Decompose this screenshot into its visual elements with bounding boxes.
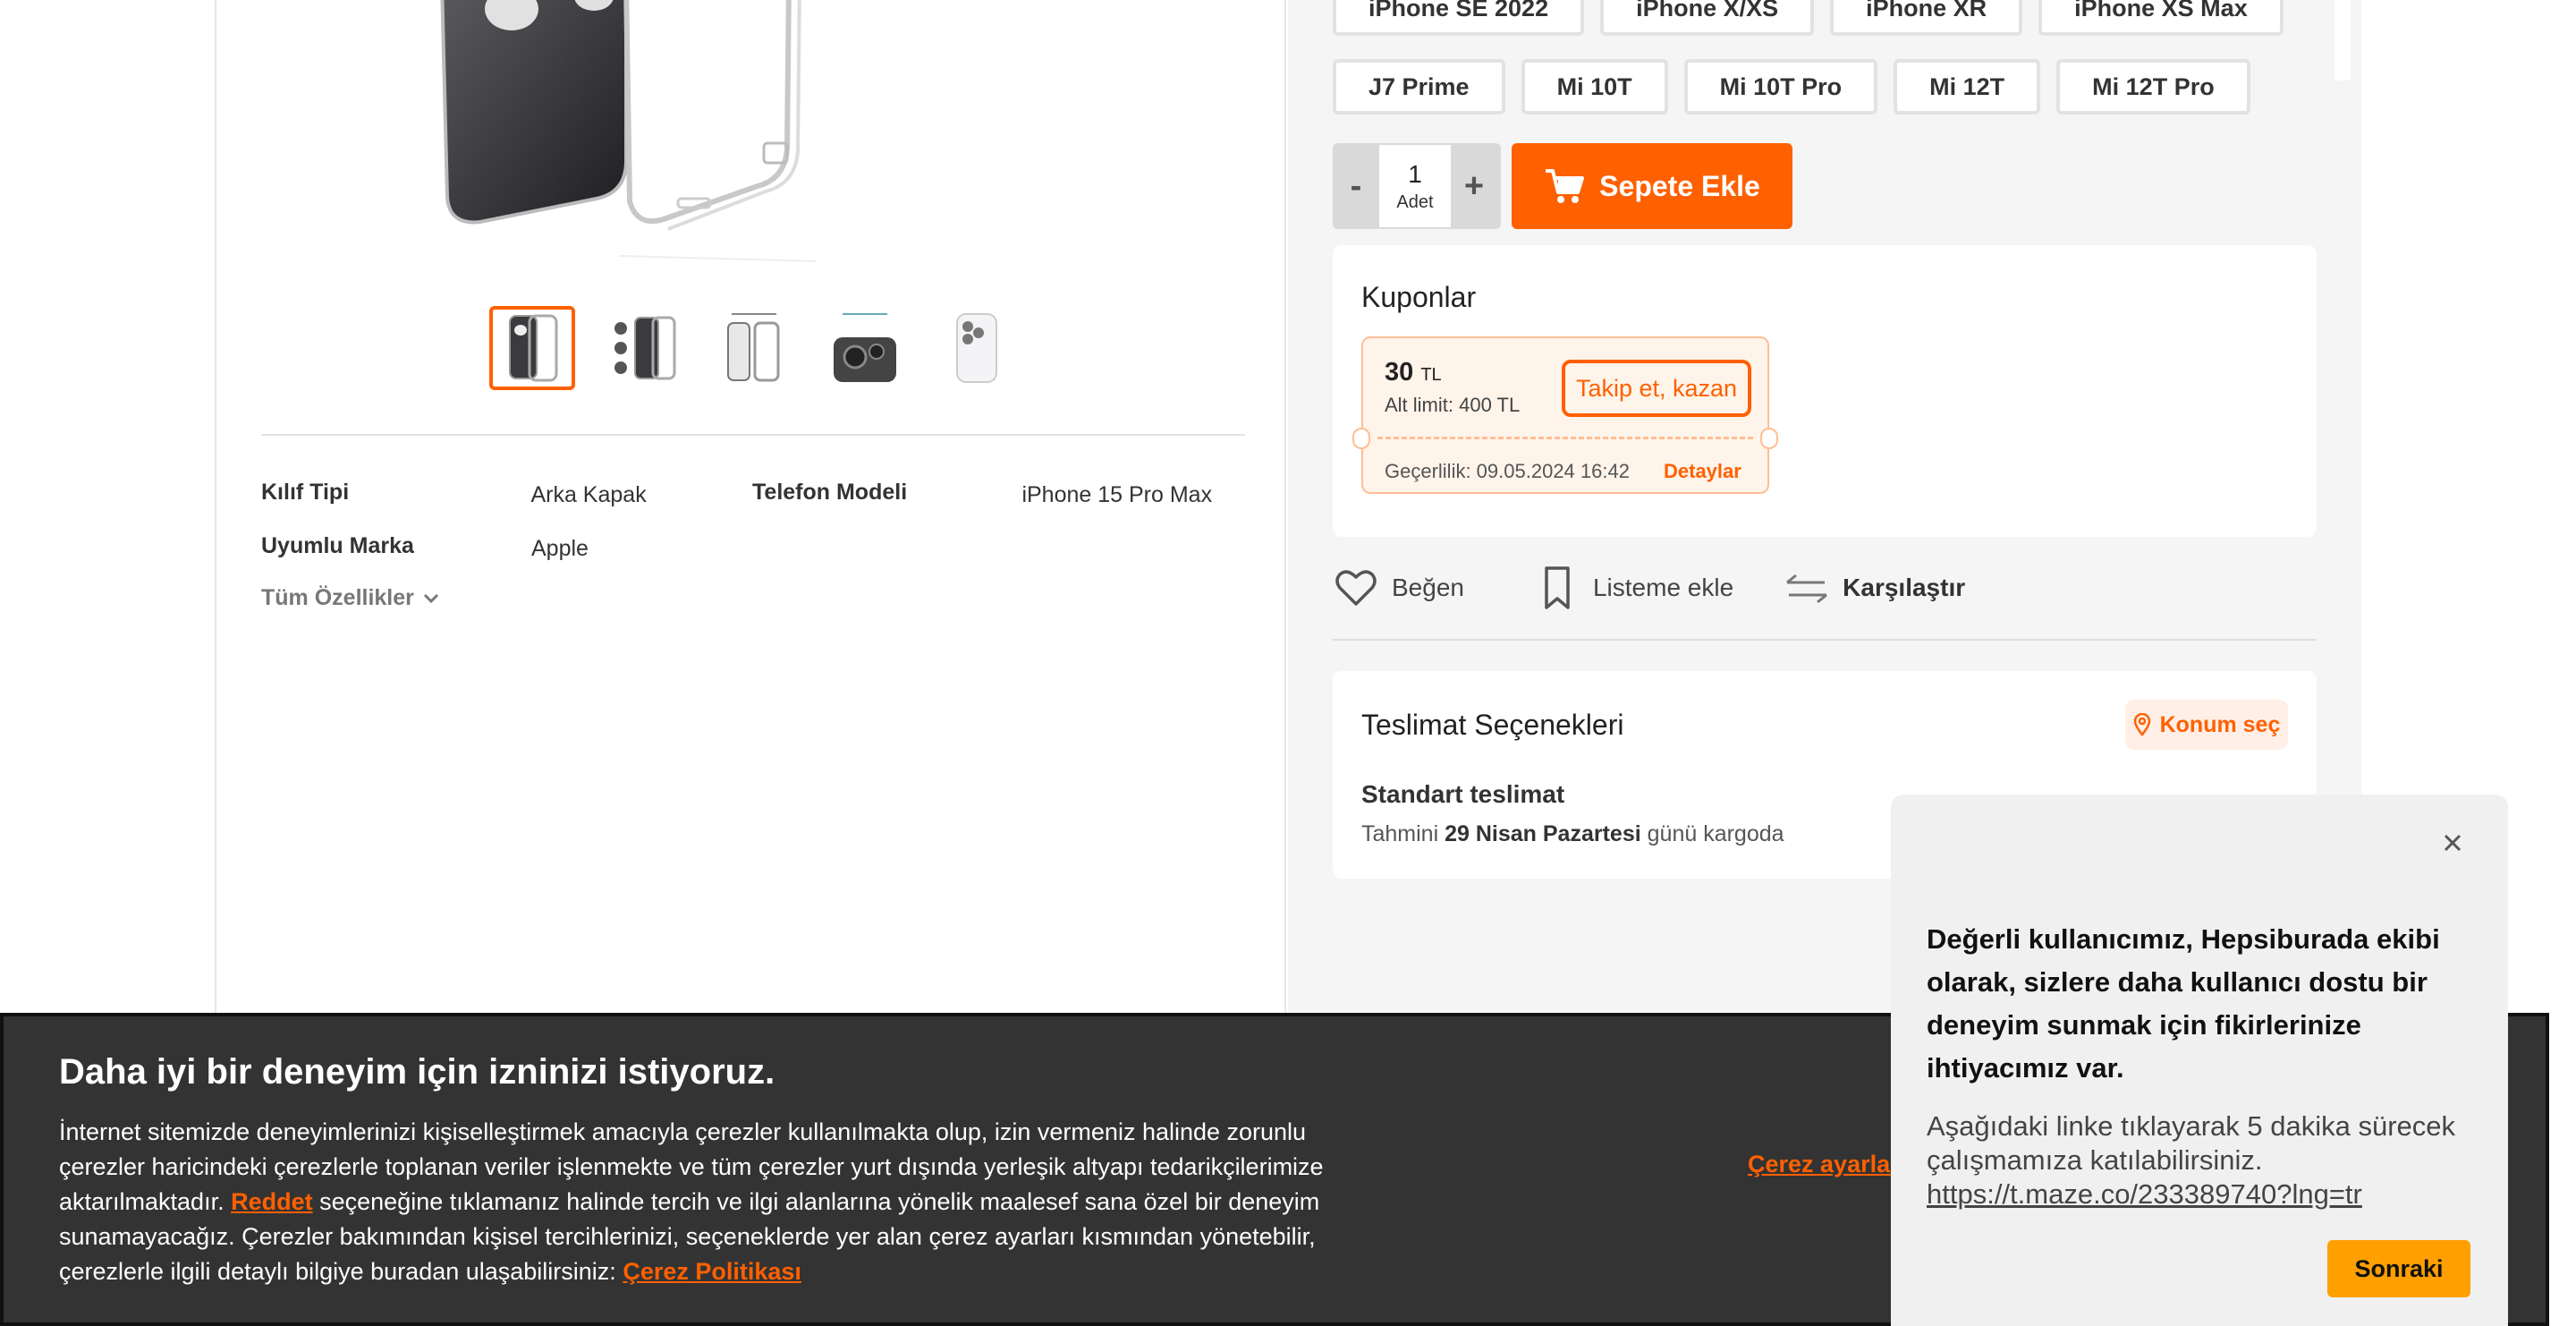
- delivery-estimate-suffix: günü kargoda: [1647, 821, 1784, 846]
- cookie-banner-title: Daha iyi bir deneyim için izninizi istiy…: [59, 1052, 775, 1092]
- phone-case-thumbnail-icon: [614, 316, 676, 380]
- coupon-validity: Geçerlilik: 09.05.2024 16:42: [1385, 460, 1630, 482]
- location-pin-icon: [2133, 713, 2150, 736]
- product-specs: Kılıf Tipi Arka Kapak Telefon Modeli iPh…: [261, 480, 1245, 611]
- variant-option[interactable]: Mi 10T Pro: [1683, 59, 1878, 115]
- compare-label: Karşılaştır: [1843, 574, 1966, 601]
- compare-button[interactable]: Karşılaştır: [1784, 565, 1965, 611]
- phone-case-thumbnail-icon: [956, 313, 997, 383]
- spec-row: Kılıf Tipi Arka Kapak Telefon Modeli iPh…: [261, 480, 1245, 510]
- cookie-settings-link[interactable]: Çerez ayarları: [1748, 1151, 1906, 1178]
- add-to-cart-button[interactable]: Sepete Ekle: [1512, 143, 1792, 229]
- like-label: Beğen: [1392, 574, 1464, 601]
- survey-heading: Değerli kullanıcımız, Hepsiburada ekibi …: [1927, 923, 2440, 1084]
- coupons-panel: Kuponlar 30 TL Alt limit: 400 TL Takip e…: [1333, 245, 2317, 537]
- thumbnail-3[interactable]: [711, 306, 797, 390]
- spec-label-case-type: Kılıf Tipi: [261, 480, 350, 505]
- variant-row: iPhone SE 2022 iPhone X/XS iPhone XR iPh…: [1333, 0, 2317, 36]
- thumbnail-1[interactable]: [489, 306, 575, 390]
- cookie-reject-link[interactable]: Reddet: [231, 1188, 313, 1215]
- variant-option[interactable]: iPhone XS Max: [2038, 0, 2284, 36]
- phone-case-image: [440, 0, 817, 262]
- all-features-label: Tüm Özellikler: [261, 585, 414, 610]
- variant-option[interactable]: iPhone SE 2022: [1333, 0, 1585, 36]
- product-actions: Beğen Listeme ekle Karşılaştır: [1333, 565, 2317, 610]
- thumbnail-strip: [489, 306, 1019, 390]
- phone-case-thumbnail-icon: [727, 313, 780, 382]
- delivery-estimate-prefix: Tahmini: [1361, 821, 1439, 846]
- add-to-list-label: Listeme ekle: [1592, 574, 1734, 601]
- spec-label-phone-model: Telefon Modeli: [752, 480, 908, 505]
- variant-selector: iPhone SE 2022 iPhone X/XS iPhone XR iPh…: [1333, 0, 2351, 138]
- survey-popup: Değerli kullanıcımız, Hepsiburada ekibi …: [1891, 795, 2508, 1326]
- quantity-input[interactable]: 1 Adet: [1379, 145, 1451, 227]
- survey-next-button[interactable]: Sonraki: [2327, 1240, 2470, 1297]
- select-location-button[interactable]: Konum seç: [2125, 700, 2288, 750]
- coupon-amount: 30 TL: [1385, 358, 1442, 387]
- variant-row: J7 Prime Mi 10T Mi 10T Pro Mi 12T Mi 12T…: [1333, 59, 2317, 115]
- cookie-banner-text: İnternet sitemizde deneyimlerinizi kişis…: [59, 1115, 1356, 1289]
- select-location-label: Konum seç: [2159, 711, 2281, 737]
- cookie-policy-link[interactable]: Çerez Politikası: [623, 1258, 801, 1285]
- variant-scrollbar[interactable]: [2334, 0, 2351, 81]
- chevron-down-icon: [423, 593, 438, 603]
- delivery-estimate: Tahmini 29 Nisan Pazartesi günü kargoda: [1361, 821, 1784, 847]
- variant-option[interactable]: iPhone X/XS: [1600, 0, 1815, 36]
- thumbnail-2[interactable]: [600, 306, 686, 390]
- coupon-notch-left: [1352, 428, 1370, 449]
- quantity-stepper: - 1 Adet +: [1333, 143, 1501, 229]
- thumbnail-4[interactable]: [822, 306, 908, 390]
- coupon-notch-right: [1760, 428, 1778, 449]
- actions-divider: [1333, 639, 2317, 641]
- bookmark-icon: [1545, 566, 1570, 609]
- coupons-title: Kuponlar: [1361, 281, 1477, 313]
- coupon-dash-line: [1377, 437, 1753, 439]
- spec-row: Uyumlu Marka Apple: [261, 533, 1245, 564]
- spec-value-phone-model: iPhone 15 Pro Max: [1021, 482, 1213, 507]
- spec-value-case-type: Arka Kapak: [530, 482, 647, 507]
- variant-option[interactable]: iPhone XR: [1830, 0, 2023, 36]
- phone-case-thumbnail-icon: [509, 314, 558, 382]
- heart-icon: [1335, 570, 1377, 606]
- phone-case-thumbnail-icon: [834, 313, 896, 382]
- quantity-unit: Adet: [1396, 191, 1434, 212]
- quantity-increase-button[interactable]: +: [1451, 167, 1497, 206]
- section-divider: [261, 434, 1245, 436]
- quantity-value: 1: [1408, 159, 1422, 188]
- quantity-decrease-button[interactable]: -: [1333, 167, 1379, 206]
- survey-text: Aşağıdaki linke tıklayarak 5 dakika süre…: [1927, 1109, 2490, 1211]
- spec-label-brand: Uyumlu Marka: [261, 533, 414, 558]
- variant-option[interactable]: Mi 10T: [1521, 59, 1668, 115]
- standard-delivery-label: Standart teslimat: [1361, 780, 1565, 808]
- product-main-image[interactable]: [395, 0, 968, 264]
- coupon-min-limit: Alt limit: 400 TL: [1385, 394, 1521, 416]
- delivery-estimate-date: 29 Nisan Pazartesi: [1445, 821, 1641, 846]
- variant-option[interactable]: J7 Prime: [1333, 59, 1505, 115]
- coupon-details-link[interactable]: Detaylar: [1664, 460, 1741, 483]
- coupon-follow-button[interactable]: Takip et, kazan: [1562, 360, 1751, 417]
- add-to-list-button[interactable]: Listeme ekle: [1534, 565, 1733, 611]
- delivery-title: Teslimat Seçenekleri: [1361, 709, 1624, 741]
- thumbnail-5[interactable]: [933, 306, 1019, 390]
- all-features-toggle[interactable]: Tüm Özellikler: [261, 585, 1245, 611]
- compare-arrows-icon: [1786, 574, 1828, 604]
- spec-value-brand: Apple: [531, 536, 589, 561]
- survey-body: Aşağıdaki linke tıklayarak 5 dakika süre…: [1927, 1110, 2456, 1176]
- variant-option[interactable]: Mi 12T Pro: [2056, 59, 2250, 115]
- variant-option[interactable]: Mi 12T: [1894, 59, 2041, 115]
- like-button[interactable]: Beğen: [1333, 565, 1464, 611]
- cart-icon: [1546, 169, 1585, 203]
- survey-link[interactable]: https://t.maze.co/233389740?lng=tr: [1927, 1178, 2362, 1210]
- coupon-amount-value: 30: [1385, 358, 1414, 387]
- add-to-cart-label: Sepete Ekle: [1599, 169, 1760, 202]
- close-icon[interactable]: [2436, 827, 2469, 859]
- coupon-currency: TL: [1420, 365, 1442, 385]
- coupon-card: 30 TL Alt limit: 400 TL Takip et, kazan …: [1352, 336, 1778, 494]
